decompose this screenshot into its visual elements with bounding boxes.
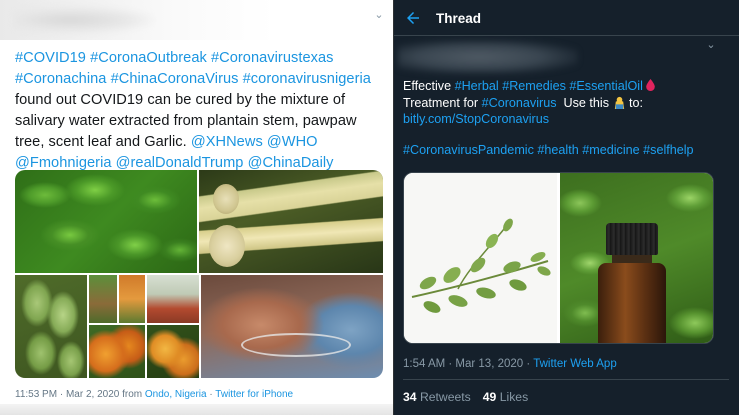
hashtag-link[interactable]: #health bbox=[537, 143, 578, 157]
photo-pawpaw-tree-collage-3[interactable] bbox=[147, 275, 199, 323]
photo-scent-leaf[interactable] bbox=[15, 170, 197, 273]
hashtag-link[interactable]: #coronavirusnigeria bbox=[243, 71, 371, 87]
tweet-time: 1:54 AM · Mar 13, 2020 · bbox=[403, 358, 534, 370]
hashtag-link[interactable]: #COVID19 bbox=[15, 50, 86, 66]
tweet-text: #COVID19 #CoronaOutbreak #Coronavirustex… bbox=[15, 48, 383, 174]
text-segment: Use this bbox=[556, 95, 613, 110]
mention-link[interactable]: @realDonaldTrump bbox=[116, 155, 244, 171]
tweet-text: Effective #Herbal #Remedies #EssentialOi… bbox=[403, 78, 733, 128]
likes-label: Likes bbox=[499, 390, 529, 404]
photo-pawpaw-tree-collage-1[interactable] bbox=[89, 275, 117, 323]
hashtag-link[interactable]: #CoronaOutbreak bbox=[90, 50, 207, 66]
hashtag-link[interactable]: #selfhelp bbox=[643, 143, 693, 157]
hashtag-remedies[interactable]: #Remedies bbox=[502, 79, 566, 93]
tweet-time: 11:53 PM · Mar 2, 2020 from bbox=[15, 389, 145, 400]
bottom-fade bbox=[0, 404, 393, 415]
stem-cut-end bbox=[213, 184, 239, 214]
right-tweet: Thread ⌄ Effective #Herbal #Remedies #Es… bbox=[394, 0, 739, 415]
tweet-photo-grid[interactable] bbox=[403, 172, 714, 344]
arrow-left-icon[interactable] bbox=[404, 9, 422, 27]
retweets-label: Retweets bbox=[419, 390, 471, 404]
photo-pawpaw-fruit[interactable] bbox=[15, 275, 87, 378]
blurred-user-header bbox=[0, 0, 393, 40]
blurred-avatar-name bbox=[14, 6, 154, 34]
hashtag-link[interactable]: #ChinaCoronaVirus bbox=[111, 71, 239, 87]
photo-essential-oil-bottle[interactable] bbox=[560, 173, 713, 343]
tweet-line-2: Treatment for #Coronavirus Use this to: bbox=[403, 95, 733, 112]
chevron-down-icon[interactable]: ⌄ bbox=[704, 38, 718, 52]
meta-separator: · bbox=[206, 389, 216, 400]
mention-link[interactable]: @XHNews bbox=[191, 134, 263, 150]
tweet-meta: 1:54 AM · Mar 13, 2020 · Twitter Web App bbox=[403, 358, 617, 370]
likes-count: 49 bbox=[482, 390, 497, 404]
tweet-source-link[interactable]: Twitter Web App bbox=[533, 358, 617, 370]
hashtag-link[interactable]: #Coronachina bbox=[15, 71, 106, 87]
thread-title: Thread bbox=[436, 11, 482, 26]
hashtag-herbal[interactable]: #Herbal bbox=[455, 79, 499, 93]
tube-line bbox=[241, 333, 351, 357]
bottle-neck bbox=[612, 255, 652, 263]
photo-pawpaw-tree-collage-2[interactable] bbox=[119, 275, 145, 323]
likes-stat[interactable]: 49 Likes bbox=[483, 390, 528, 404]
thread-header: Thread bbox=[394, 0, 739, 36]
tweet-stats: 34 Retweets 49 Likes bbox=[403, 390, 528, 404]
left-tweet: ⌄ #COVID19 #CoronaOutbreak #Coronavirust… bbox=[0, 0, 393, 415]
chevron-down-icon[interactable]: ⌄ bbox=[372, 8, 386, 22]
blood-drop-icon bbox=[646, 79, 656, 91]
retweets-stat[interactable]: 34 Retweets bbox=[403, 390, 471, 404]
bottle-cap bbox=[606, 223, 658, 255]
herb-sprig-illustration bbox=[411, 218, 551, 313]
mention-link[interactable]: @ChinaDaily bbox=[248, 155, 334, 171]
hashtag-link[interactable]: #Coronavirustexas bbox=[211, 50, 334, 66]
text-segment: Treatment for bbox=[403, 95, 482, 110]
mention-link[interactable]: @Fmohnigeria bbox=[15, 155, 112, 171]
text-segment: Effective bbox=[403, 79, 455, 93]
text-segment: to: bbox=[625, 95, 644, 110]
person-tipping-hand-icon bbox=[614, 96, 624, 109]
stem-cut-end bbox=[209, 225, 245, 267]
stats-divider bbox=[403, 379, 729, 380]
photo-hand-garlic[interactable] bbox=[201, 275, 383, 378]
photo-pawpaw-tree-collage-4[interactable] bbox=[89, 325, 145, 378]
tweet-meta: 11:53 PM · Mar 2, 2020 from Ondo, Nigeri… bbox=[15, 389, 293, 400]
bottle-body bbox=[598, 263, 666, 343]
tweet-line-1: Effective #Herbal #Remedies #EssentialOi… bbox=[403, 78, 733, 95]
tweet-link[interactable]: bitly.com/StopCoronavirus bbox=[403, 112, 549, 126]
hashtag-link[interactable]: #CoronavirusPandemic bbox=[403, 143, 534, 157]
hashtag-link[interactable]: #medicine bbox=[582, 143, 639, 157]
mention-link[interactable]: @WHO bbox=[267, 134, 318, 150]
photo-pawpaw-tree-collage-5[interactable] bbox=[147, 325, 199, 378]
hashtag-line: #CoronavirusPandemic #health #medicine #… bbox=[403, 142, 733, 159]
photo-plantain-stem[interactable] bbox=[199, 170, 383, 273]
hashtag-essentialoil[interactable]: #EssentialOil bbox=[569, 79, 643, 93]
photo-herb-sprig[interactable] bbox=[404, 173, 557, 343]
tweet-location-link[interactable]: Ondo, Nigeria bbox=[145, 389, 207, 400]
retweets-count: 34 bbox=[403, 390, 417, 404]
blurred-user-header bbox=[398, 40, 578, 74]
tweet-source-link[interactable]: Twitter for iPhone bbox=[215, 389, 293, 400]
tweet-line-3: bitly.com/StopCoronavirus bbox=[403, 111, 733, 128]
hashtag-coronavirus[interactable]: #Coronavirus bbox=[482, 96, 557, 110]
tweet-photo-grid[interactable] bbox=[15, 170, 383, 378]
